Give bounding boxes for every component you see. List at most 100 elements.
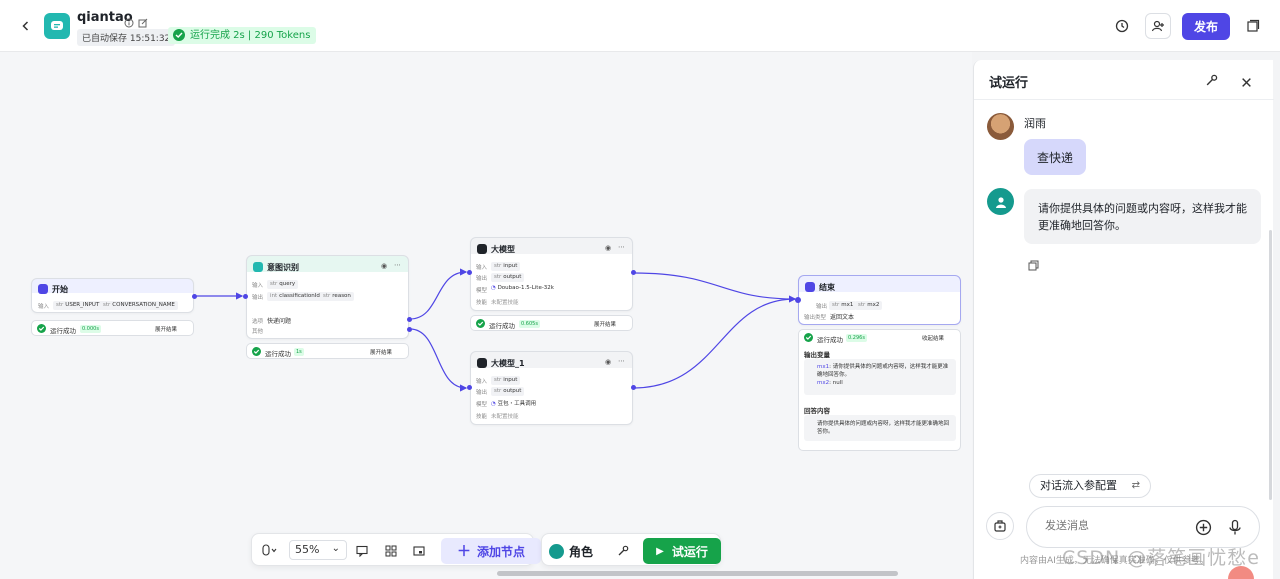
- end-output-type-label: 输出类型: [804, 315, 827, 321]
- llm-node-1-title: 大模型: [491, 245, 515, 254]
- minimap-icon[interactable]: [410, 542, 428, 560]
- clear-chat-button[interactable]: [986, 512, 1014, 540]
- back-icon[interactable]: [16, 16, 36, 36]
- window-icon[interactable]: [1240, 13, 1266, 39]
- llm2-input-label: 输入: [476, 379, 488, 385]
- start-node[interactable]: 开始 输入 str USER_INPUT str CONVERSATION_NAME: [31, 278, 194, 313]
- debug-icon[interactable]: ◉: [381, 262, 387, 270]
- llm1-input-port[interactable]: [467, 270, 472, 275]
- mouse-mode-icon[interactable]: [259, 542, 281, 560]
- play-icon: ▶: [656, 545, 664, 557]
- llm2-skill-label: 技能: [476, 414, 488, 420]
- intent-input-port[interactable]: [243, 294, 248, 299]
- user-avatar: [987, 113, 1014, 140]
- llm1-expand-button[interactable]: 展开结果: [594, 320, 616, 328]
- llm1-model-label: 模型: [476, 288, 488, 294]
- end-node[interactable]: 结束 输出 str mx1 str mx2 输出类型 返回文本: [798, 275, 961, 325]
- check-circle-icon: [804, 333, 813, 342]
- intent-other-label: 其他: [252, 329, 264, 335]
- edge-llm1-end: [632, 272, 797, 303]
- conversation-config-button[interactable]: 对话流入参配置 ⇄: [1029, 474, 1151, 498]
- start-output-port[interactable]: [192, 294, 197, 299]
- llm1-output-port[interactable]: [631, 270, 636, 275]
- layout-icon[interactable]: [382, 542, 400, 560]
- edge-intent-llm2: [409, 328, 468, 392]
- end-output-type-value: 返回文本: [830, 314, 855, 321]
- llm1-skill-value: 未配置技能: [491, 300, 519, 306]
- llm1-status-time: 0.605s: [519, 320, 540, 328]
- user-message: 查快递: [1024, 139, 1086, 175]
- debug-tool-icon[interactable]: [614, 542, 632, 560]
- llm2-output-port[interactable]: [631, 385, 636, 390]
- llm2-input-port[interactable]: [467, 385, 472, 390]
- edge-llm2-end: [632, 298, 796, 389]
- debug-icon[interactable]: ◉: [605, 244, 611, 252]
- end-output-var-1: str mx1: [829, 301, 857, 310]
- intent-output-var-2: str reason: [320, 292, 354, 301]
- intent-output-var-1: int classificationId: [267, 292, 323, 301]
- intent-node[interactable]: 意图识别 ◉ ⋯ 输入 str query 输出 int classificatio…: [246, 255, 409, 339]
- end-status-text: 运行成功: [817, 336, 843, 344]
- panel-title: 试运行: [989, 76, 1029, 91]
- workflow-canvas[interactable]: 开始 输入 str USER_INPUT str CONVERSATION_NAME…: [0, 52, 972, 579]
- settings-tool-icon[interactable]: [1205, 72, 1218, 91]
- history-icon[interactable]: [1109, 13, 1135, 39]
- publish-button[interactable]: 发布: [1182, 13, 1230, 40]
- try-run-panel: 试运行 润雨 查快递 请你提供具体的问题或内容呀，这样我才能更准确地回答你。 对…: [973, 60, 1274, 579]
- intent-option-port[interactable]: [407, 317, 412, 322]
- intent-other-port[interactable]: [407, 327, 412, 332]
- end-collapse-button[interactable]: 收起结果: [922, 334, 944, 342]
- answer-title: 回答内容: [804, 407, 830, 415]
- bot-message: 请你提供具体的问题或内容呀，这样我才能更准确地回答你。: [1024, 189, 1261, 244]
- end-node-title: 结束: [819, 283, 835, 292]
- add-attachment-icon[interactable]: [1195, 519, 1212, 540]
- app-logo-icon: [44, 13, 70, 39]
- panel-scrollbar[interactable]: [1269, 230, 1272, 500]
- horizontal-scrollbar[interactable]: [497, 571, 898, 576]
- bot-avatar-icon: [987, 188, 1014, 215]
- llm1-status-text: 运行成功: [489, 322, 515, 330]
- panel-divider: [974, 99, 1274, 100]
- comment-icon[interactable]: [353, 542, 371, 560]
- zoom-select[interactable]: 55% ⌄: [289, 540, 347, 560]
- start-status-time: 0.000s: [80, 325, 101, 333]
- end-status-time: 0.296s: [846, 334, 867, 342]
- try-run-button[interactable]: ▶ 试运行: [643, 538, 721, 564]
- copy-icon[interactable]: [1028, 256, 1039, 275]
- llm2-output-var: str output: [491, 387, 525, 396]
- end-input-port[interactable]: [795, 297, 801, 303]
- llm2-model-value: ◔ 豆包・工具调用: [491, 401, 537, 407]
- check-circle-icon: [476, 319, 485, 328]
- out-vars-title: 输出变量: [804, 351, 830, 359]
- doubao-icon: ◔: [491, 401, 496, 407]
- llm-node-1[interactable]: 大模型 ◉ ⋯ 输入 str input 输出 str output 模型 ◔ Do…: [470, 237, 633, 311]
- start-node-title: 开始: [52, 285, 68, 294]
- llm2-model-label: 模型: [476, 402, 488, 408]
- answer-box: 请你提供具体的问题或内容呀，这样我才能更准确地回答你。: [804, 415, 956, 441]
- intent-status-text: 运行成功: [265, 350, 291, 358]
- intent-status-time: 1s: [294, 348, 304, 356]
- message-input-box[interactable]: [1026, 506, 1260, 548]
- llm-node-2-title: 大模型_1: [491, 359, 525, 368]
- add-node-button[interactable]: ＋添加节点: [441, 538, 541, 564]
- out-vars-box: mx1: 请你提供具体的问题或内容呀，这样我才能更准确地回答你。 mx2: nu…: [804, 359, 956, 395]
- start-expand-button[interactable]: 展开结果: [155, 325, 177, 333]
- more-icon[interactable]: ⋯: [618, 357, 625, 365]
- autosave-text: 已自动保存 15:51:32: [77, 29, 176, 46]
- broom-icon: [994, 520, 1006, 532]
- intent-output-label: 输出: [252, 295, 264, 301]
- chevron-down-icon: ⌄: [331, 543, 340, 554]
- intent-expand-button[interactable]: 展开结果: [370, 348, 392, 356]
- role-button[interactable]: 角色: [549, 541, 593, 561]
- sliders-icon: ⇄: [1131, 480, 1140, 491]
- collaborator-icon[interactable]: [1145, 13, 1171, 39]
- start-node-icon: [38, 284, 48, 294]
- close-icon[interactable]: [1241, 73, 1252, 92]
- more-icon[interactable]: ⋯: [394, 261, 401, 269]
- debug-icon[interactable]: ◉: [605, 358, 611, 366]
- llm-node-2[interactable]: 大模型_1 ◉ ⋯ 输入 str input 输出 str output 模型 ◔ …: [470, 351, 633, 425]
- intent-option-label: 选项: [252, 319, 264, 325]
- more-icon[interactable]: ⋯: [618, 243, 625, 251]
- message-input[interactable]: [1045, 519, 1185, 532]
- microphone-icon[interactable]: [1228, 519, 1242, 540]
